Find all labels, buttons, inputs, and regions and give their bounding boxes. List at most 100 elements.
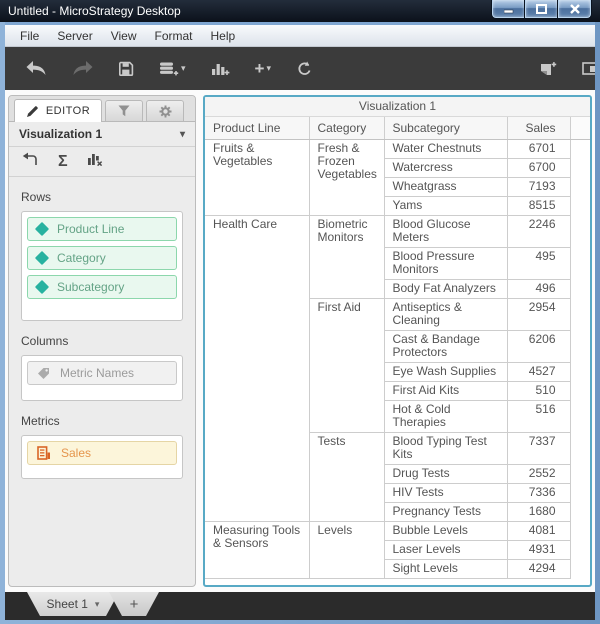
sales-cell[interactable]: 2552: [507, 464, 571, 484]
pill-label: Sales: [61, 446, 92, 460]
minimize-button[interactable]: [492, 0, 525, 18]
presentation-mode-button[interactable]: [573, 55, 595, 83]
redo-button[interactable]: [63, 55, 102, 83]
category-cell[interactable]: Fresh & Frozen Vegetables: [309, 139, 385, 216]
menu-file[interactable]: File: [11, 26, 48, 46]
category-cell[interactable]: Biometric Monitors: [309, 215, 385, 299]
sales-cell[interactable]: 1680: [507, 502, 571, 522]
sales-cell[interactable]: 510: [507, 381, 571, 401]
visualization-container[interactable]: Visualization 1 Product Line Category Su…: [203, 95, 592, 587]
tab-settings[interactable]: [146, 100, 184, 121]
sales-cell[interactable]: 496: [507, 279, 571, 299]
columns-dropzone[interactable]: Metric Names: [21, 355, 183, 401]
sales-cell[interactable]: 516: [507, 400, 571, 433]
pill-metric-names[interactable]: Metric Names: [27, 361, 177, 385]
clear-chart-button[interactable]: [87, 152, 103, 171]
sheetbar: Sheet 1 ▾ +: [5, 592, 595, 620]
menu-help[interactable]: Help: [202, 26, 245, 46]
sales-cell[interactable]: 495: [507, 247, 571, 280]
sales-cell[interactable]: 4527: [507, 362, 571, 382]
sales-cell[interactable]: 6701: [507, 139, 571, 159]
subcategory-cell[interactable]: Watercress: [384, 158, 508, 178]
filler-cell: [570, 279, 590, 299]
swap-axes-button[interactable]: [22, 152, 39, 172]
column-header-category[interactable]: Category: [309, 117, 385, 140]
undo-button[interactable]: [17, 55, 56, 83]
subcategory-cell[interactable]: Blood Pressure Monitors: [384, 247, 508, 280]
subcategory-cell[interactable]: Blood Glucose Meters: [384, 215, 508, 248]
sales-cell[interactable]: 6700: [507, 158, 571, 178]
subcategory-cell[interactable]: Blood Typing Test Kits: [384, 432, 508, 465]
pill-sales[interactable]: Sales: [27, 441, 177, 465]
add-visualization-button[interactable]: [202, 55, 239, 83]
refresh-button[interactable]: [287, 55, 322, 83]
tab-editor[interactable]: EDITOR: [14, 99, 102, 122]
menu-server[interactable]: Server: [48, 26, 101, 46]
subcategory-cell[interactable]: First Aid Kits: [384, 381, 508, 401]
sales-cell[interactable]: 2246: [507, 215, 571, 248]
presentation-mode-icon: [582, 61, 595, 75]
tab-filter[interactable]: [105, 100, 143, 121]
subcategory-cell[interactable]: Water Chestnuts: [384, 139, 508, 159]
column-header-product-line[interactable]: Product Line: [205, 117, 310, 140]
product-line-cell[interactable]: Health Care: [205, 215, 310, 522]
category-cell[interactable]: Levels: [309, 521, 385, 579]
columns-label: Columns: [21, 334, 69, 348]
subcategory-cell[interactable]: Wheatgrass: [384, 177, 508, 197]
product-line-cell[interactable]: Measuring Tools & Sensors: [205, 521, 310, 579]
pill-product-line[interactable]: Product Line: [27, 217, 177, 241]
sales-cell[interactable]: 7193: [507, 177, 571, 197]
subcategory-cell[interactable]: Yams: [384, 196, 508, 216]
titlebar: Untitled - MicroStrategy Desktop: [0, 0, 600, 22]
toolbar: ▾ + ▾: [5, 47, 595, 90]
column-header-sales[interactable]: Sales: [507, 117, 571, 140]
subcategory-cell[interactable]: Body Fat Analyzers: [384, 279, 508, 299]
subcategory-cell[interactable]: Eye Wash Supplies: [384, 362, 508, 382]
sheet-tab[interactable]: Sheet 1 ▾: [27, 592, 119, 616]
grid-row: Measuring Tools & Sensors Levels Bubble Le…: [205, 521, 590, 579]
filler-cell: [570, 502, 590, 522]
subcategory-cell[interactable]: Drug Tests: [384, 464, 508, 484]
visualization-selector[interactable]: Visualization 1 ▾: [9, 122, 195, 147]
subcategory-cell[interactable]: Pregnancy Tests: [384, 502, 508, 522]
subcategory-cell[interactable]: HIV Tests: [384, 483, 508, 503]
category-cell[interactable]: Tests: [309, 432, 385, 522]
subcategory-cell[interactable]: Sight Levels: [384, 559, 508, 579]
rows-dropzone[interactable]: Product Line Category Subcategory: [21, 211, 183, 321]
totals-button[interactable]: Σ: [58, 153, 68, 171]
column-header-filler: [570, 117, 590, 140]
add-visualization-icon: [211, 63, 229, 75]
maximize-button[interactable]: [525, 0, 558, 18]
sales-cell[interactable]: 4081: [507, 521, 571, 541]
sales-cell[interactable]: 7336: [507, 483, 571, 503]
menu-format[interactable]: Format: [145, 26, 201, 46]
product-line-cell[interactable]: Fruits & Vegetables: [205, 139, 310, 216]
sales-cell[interactable]: 6206: [507, 330, 571, 363]
add-sheet-button[interactable]: +: [109, 592, 159, 616]
menu-view[interactable]: View: [102, 26, 146, 46]
subcategory-cell[interactable]: Laser Levels: [384, 540, 508, 560]
workspace: EDITOR Visualization 1 ▾ Σ Rows Product …: [5, 90, 595, 592]
save-button[interactable]: [109, 55, 143, 83]
close-button[interactable]: [558, 0, 591, 18]
subcategory-cell[interactable]: Hot & Cold Therapies: [384, 400, 508, 433]
sales-cell[interactable]: 4294: [507, 559, 571, 579]
subcategory-cell[interactable]: Bubble Levels: [384, 521, 508, 541]
filler-cell: [570, 177, 590, 197]
category-cell[interactable]: First Aid: [309, 298, 385, 433]
column-header-subcategory[interactable]: Subcategory: [384, 117, 508, 140]
subcategory-cell[interactable]: Cast & Bandage Protectors: [384, 330, 508, 363]
metrics-label: Metrics: [21, 414, 60, 428]
new-page-button[interactable]: [530, 55, 566, 83]
add-data-button[interactable]: ▾: [150, 55, 195, 83]
subcategory-cell[interactable]: Antiseptics & Cleaning: [384, 298, 508, 331]
sales-cell[interactable]: 2954: [507, 298, 571, 331]
sales-cell[interactable]: 4931: [507, 540, 571, 560]
insert-button[interactable]: + ▾: [246, 55, 280, 83]
pill-subcategory[interactable]: Subcategory: [27, 275, 177, 299]
sales-cell[interactable]: 7337: [507, 432, 571, 465]
sales-cell[interactable]: 8515: [507, 196, 571, 216]
pill-category[interactable]: Category: [27, 246, 177, 270]
filler-cell: [570, 247, 590, 280]
metrics-dropzone[interactable]: Sales: [21, 435, 183, 479]
